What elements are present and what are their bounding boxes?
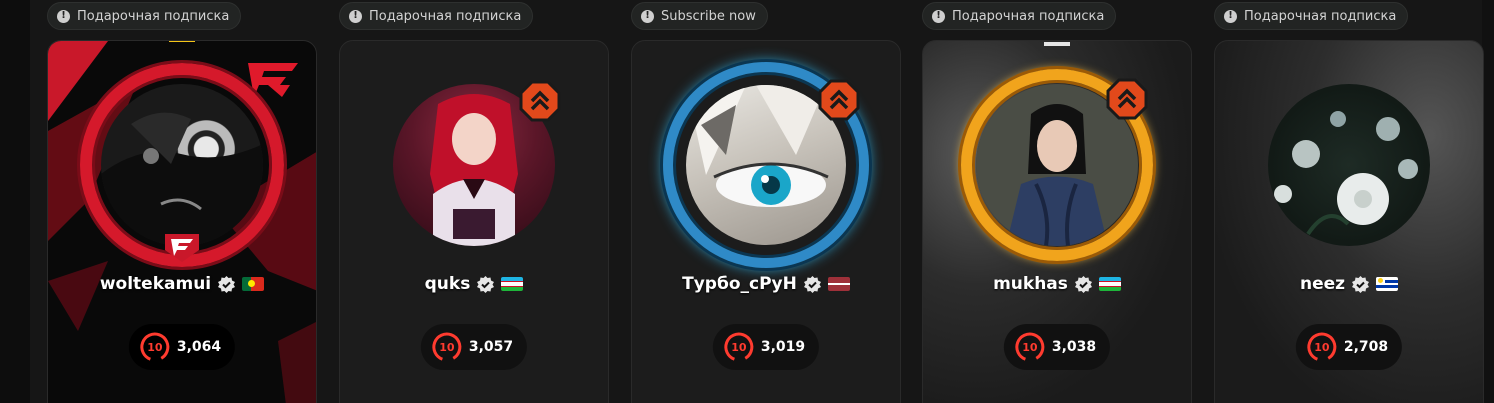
tag-label: Подарочная подписка — [77, 8, 230, 24]
gold-crown-icon — [169, 41, 195, 42]
avatar-wrap — [1268, 84, 1430, 246]
elo-value: 3,057 — [468, 339, 514, 355]
uzbekistan-flag — [501, 277, 524, 291]
tag-label: Subscribe now — [661, 8, 756, 24]
verified-icon — [1074, 275, 1092, 293]
elo-pill: 10 3,019 — [712, 324, 820, 370]
gift-subscription-tag[interactable]: ! Подарочная подписка — [922, 2, 1117, 30]
username[interactable]: Турбо_сРуН — [682, 274, 797, 294]
portugal-flag — [242, 277, 265, 291]
gift-subscription-tag[interactable]: ! Подарочная подписка — [339, 2, 534, 30]
tag-label: Подарочная подписка — [1244, 8, 1397, 24]
uzbekistan-flag — [1098, 277, 1121, 291]
info-icon: ! — [641, 9, 654, 23]
player-card-column: ! Подарочная подписка — [922, 0, 1192, 403]
info-icon: ! — [349, 9, 362, 23]
player-card[interactable]: Турбо_сРуН 10 3,019 — [631, 40, 901, 403]
avatar[interactable] — [1268, 84, 1430, 246]
username-row: Турбо_сРуН — [632, 274, 900, 294]
subscribe-now-tag[interactable]: ! Subscribe now — [631, 2, 768, 30]
tag-label: Подарочная подписка — [952, 8, 1105, 24]
username-row: quks — [340, 274, 608, 294]
username[interactable]: mukhas — [993, 274, 1068, 294]
elo-value: 3,038 — [1051, 339, 1097, 355]
level-number: 10 — [731, 340, 747, 354]
username[interactable]: woltekamui — [100, 274, 211, 294]
elo-pill: 10 3,038 — [1003, 324, 1111, 370]
verified-icon — [1352, 275, 1370, 293]
level-number: 10 — [147, 340, 163, 354]
player-card-column: ! Подарочная подписка quks 10 3,057 — [339, 0, 609, 403]
elo-pill: 10 3,057 — [420, 324, 528, 370]
avatar-wrap — [80, 41, 284, 267]
username-row: neez — [1215, 274, 1483, 294]
username-row: woltekamui — [48, 274, 316, 294]
avatar-wrap — [663, 62, 869, 268]
username[interactable]: neez — [1300, 274, 1345, 294]
level-number: 10 — [439, 340, 455, 354]
avatar-wrap — [961, 42, 1153, 261]
level-number: 10 — [1314, 340, 1330, 354]
tag-label: Подарочная подписка — [369, 8, 522, 24]
player-card[interactable]: mukhas 10 3,038 — [922, 40, 1192, 403]
page-left-edge — [0, 0, 30, 403]
latvia-flag — [827, 277, 850, 291]
elo-pill: 10 3,064 — [128, 324, 236, 370]
player-card-column: ! Подарочная подписка neez 10 2,708 — [1214, 0, 1484, 403]
info-icon: ! — [57, 9, 70, 23]
player-card[interactable]: quks 10 3,057 — [339, 40, 609, 403]
verified-icon — [477, 275, 495, 293]
level-number: 10 — [1022, 340, 1038, 354]
faceit-level-badge: 10 — [431, 331, 463, 363]
username[interactable]: quks — [425, 274, 471, 294]
elo-value: 2,708 — [1343, 339, 1389, 355]
gift-subscription-tag[interactable]: ! Подарочная подписка — [47, 2, 242, 30]
uruguay-flag — [1376, 277, 1399, 291]
elo-value: 3,064 — [176, 339, 222, 355]
orange-chevron-rank-icon — [519, 80, 561, 122]
silver-crown-icon — [1044, 42, 1070, 46]
elo-value: 3,019 — [760, 339, 806, 355]
faceit-level-badge: 10 — [139, 331, 171, 363]
avatar[interactable] — [101, 84, 263, 246]
info-icon: ! — [932, 9, 945, 23]
verified-icon — [218, 275, 236, 293]
orange-chevron-rank-icon — [818, 79, 860, 121]
player-card[interactable]: woltekamui 10 3,064 — [47, 40, 317, 403]
faceit-level-badge: 10 — [1014, 331, 1046, 363]
orange-chevron-rank-icon — [1106, 78, 1148, 120]
player-card[interactable]: neez 10 2,708 — [1214, 40, 1484, 403]
username-row: mukhas — [923, 274, 1191, 294]
player-card-column: ! Subscribe now Турбо_сРуН 10 3,019 — [631, 0, 901, 403]
player-card-column: ! Подарочная подписка — [47, 0, 317, 403]
faceit-level-badge: 10 — [723, 331, 755, 363]
faze-badge-icon — [165, 234, 199, 262]
avatar-wrap — [393, 80, 561, 246]
info-icon: ! — [1224, 9, 1237, 23]
faceit-level-badge: 10 — [1306, 331, 1338, 363]
elo-pill: 10 2,708 — [1295, 324, 1403, 370]
verified-icon — [803, 275, 821, 293]
gift-subscription-tag[interactable]: ! Подарочная подписка — [1214, 2, 1409, 30]
